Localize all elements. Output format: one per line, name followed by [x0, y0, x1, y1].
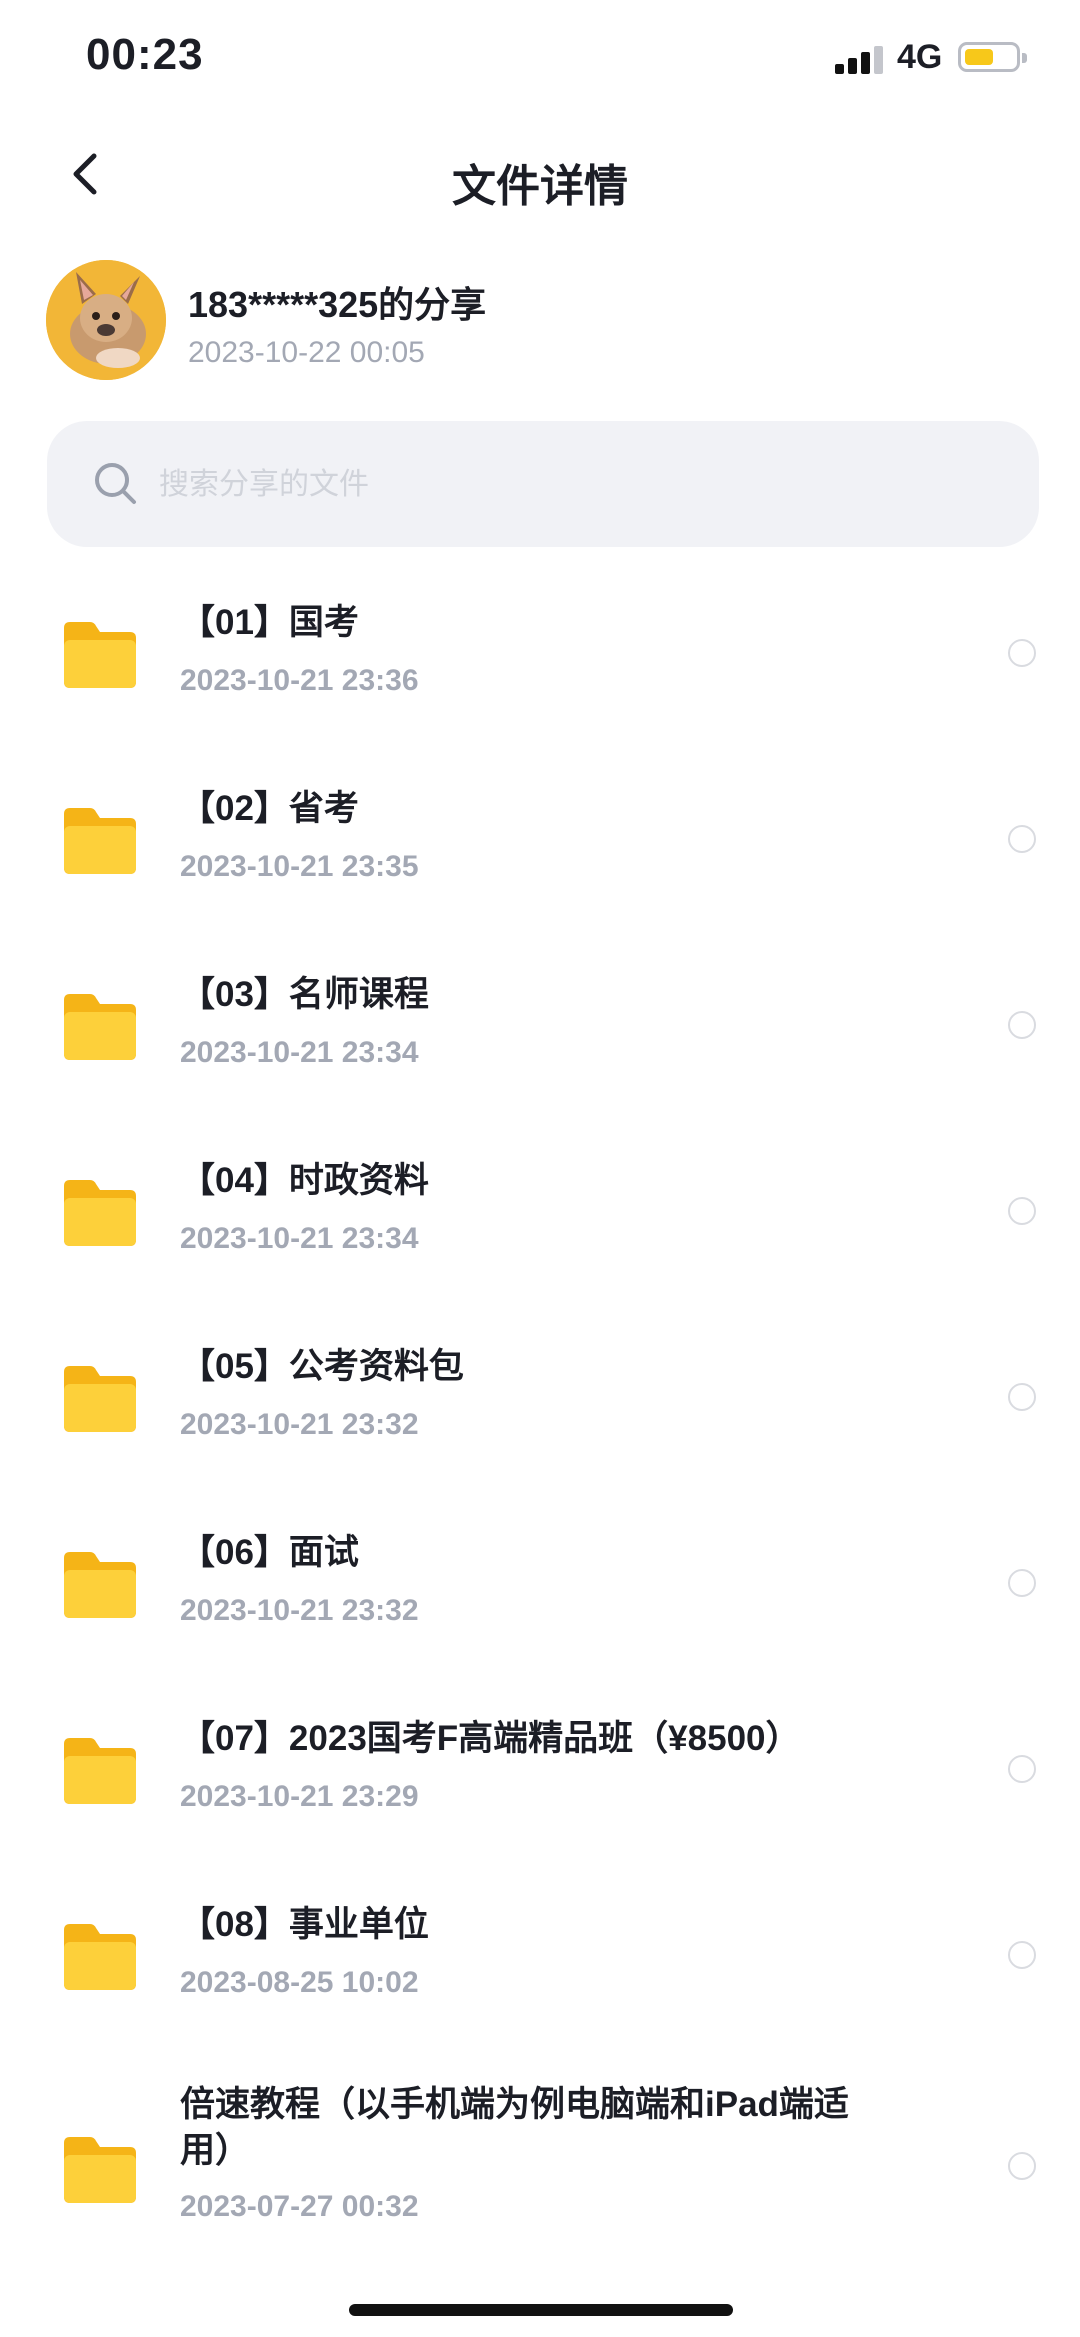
search-box[interactable] — [47, 421, 1039, 547]
folder-icon — [64, 808, 136, 874]
list-item[interactable]: 倍速教程（以手机端为例电脑端和iPad端适用） 2023-07-27 00:32 — [0, 2048, 1080, 2288]
select-radio-icon[interactable] — [1008, 1755, 1036, 1783]
file-name: 【08】事业单位 — [180, 1905, 429, 1944]
share-header: 183*****325的分享 2023-10-22 00:05 — [0, 258, 1080, 383]
search-input[interactable] — [157, 451, 1001, 519]
list-item[interactable]: 【02】省考 2023-10-21 23:35 — [0, 746, 1080, 932]
file-name: 【05】公考资料包 — [180, 1347, 464, 1386]
nav-bar: 文件详情 — [0, 120, 1080, 230]
list-item[interactable]: 【07】2023国考F高端精品班（¥8500） 2023-10-21 23:29 — [0, 1676, 1080, 1862]
folder-icon — [64, 994, 136, 1060]
avatar — [46, 260, 166, 380]
folder-icon — [64, 1366, 136, 1432]
list-item[interactable]: 【08】事业单位 2023-08-25 10:02 — [0, 1862, 1080, 2048]
list-item[interactable]: 【04】时政资料 2023-10-21 23:34 — [0, 1118, 1080, 1304]
list-item[interactable]: 【03】名师课程 2023-10-21 23:34 — [0, 932, 1080, 1118]
network-label: 4G — [897, 38, 943, 76]
file-date: 2023-10-21 23:29 — [180, 1780, 419, 1813]
battery-icon — [958, 42, 1027, 72]
list-item[interactable]: 【05】公考资料包 2023-10-21 23:32 — [0, 1304, 1080, 1490]
file-name: 【06】面试 — [180, 1533, 359, 1572]
select-radio-icon[interactable] — [1008, 639, 1036, 667]
file-name: 【03】名师课程 — [180, 975, 429, 1014]
folder-icon — [64, 1180, 136, 1246]
folder-icon — [64, 1738, 136, 1804]
folder-icon — [64, 1552, 136, 1618]
signal-icon — [835, 46, 885, 74]
select-radio-icon[interactable] — [1008, 1197, 1036, 1225]
file-date: 2023-08-25 10:02 — [180, 1966, 419, 1999]
file-date: 2023-10-21 23:35 — [180, 850, 419, 883]
folder-icon — [64, 2137, 136, 2203]
select-radio-icon[interactable] — [1008, 1569, 1036, 1597]
folder-icon — [64, 622, 136, 688]
file-name: 【02】省考 — [180, 789, 359, 828]
file-date: 2023-10-21 23:34 — [180, 1222, 419, 1255]
file-date: 2023-10-21 23:36 — [180, 664, 419, 697]
list-item[interactable]: 【01】国考 2023-10-21 23:36 — [0, 560, 1080, 746]
file-name: 【04】时政资料 — [180, 1161, 429, 1200]
search-icon — [91, 459, 141, 509]
select-radio-icon[interactable] — [1008, 1011, 1036, 1039]
home-indicator[interactable] — [349, 2304, 733, 2316]
select-radio-icon[interactable] — [1008, 825, 1036, 853]
select-radio-icon[interactable] — [1008, 2152, 1036, 2180]
file-name: 【07】2023国考F高端精品班（¥8500） — [180, 1719, 801, 1758]
folder-icon — [64, 1924, 136, 1990]
file-name: 倍速教程（以手机端为例电脑端和iPad端适用） — [180, 2085, 849, 2170]
page-title: 文件详情 — [452, 162, 628, 211]
select-radio-icon[interactable] — [1008, 1941, 1036, 1969]
file-date: 2023-07-27 00:32 — [180, 2190, 419, 2223]
file-name: 【01】国考 — [180, 603, 359, 642]
share-timestamp: 2023-10-22 00:05 — [188, 336, 425, 369]
status-time: 00:23 — [86, 30, 204, 79]
file-date: 2023-10-21 23:32 — [180, 1408, 419, 1441]
status-bar: 00:23 4G — [0, 0, 1080, 110]
select-radio-icon[interactable] — [1008, 1383, 1036, 1411]
share-title: 183*****325的分享 — [188, 284, 487, 325]
file-date: 2023-10-21 23:34 — [180, 1036, 419, 1069]
list-item[interactable]: 【06】面试 2023-10-21 23:32 — [0, 1490, 1080, 1676]
file-date: 2023-10-21 23:32 — [180, 1594, 419, 1627]
